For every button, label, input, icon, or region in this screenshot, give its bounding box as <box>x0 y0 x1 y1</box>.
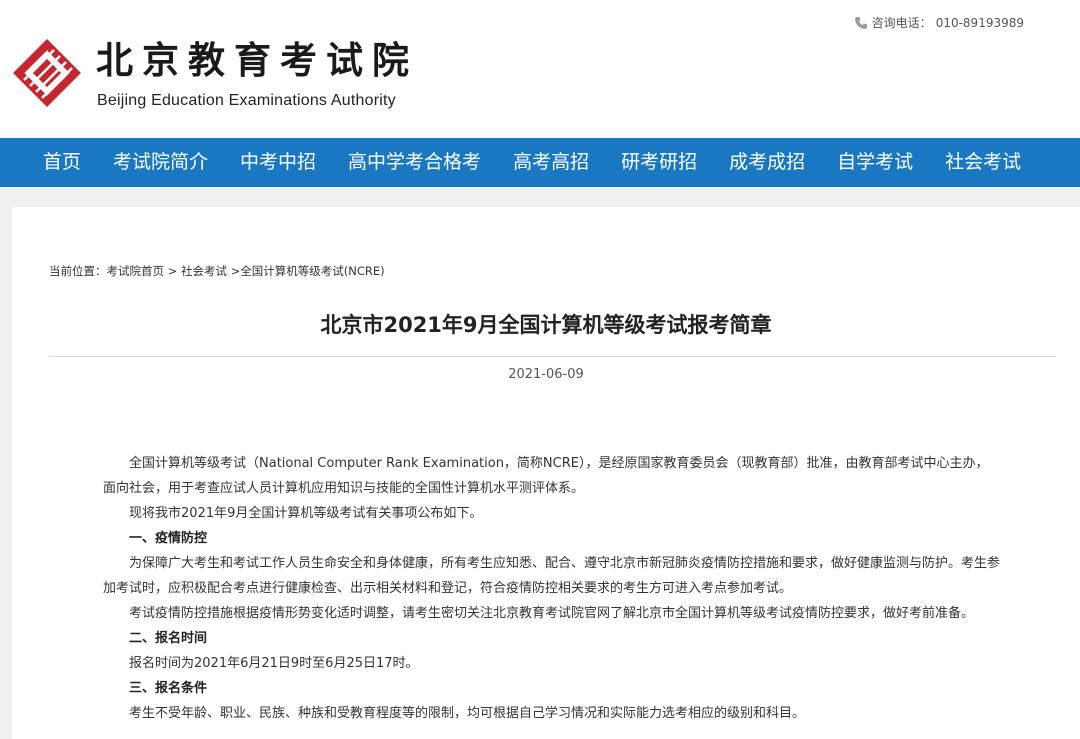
site-title[interactable]: 北京教育考试院 <box>96 36 418 84</box>
section-heading-registration-time: 二、报名时间 <box>129 631 208 646</box>
nav-item-yankao[interactable]: 研考研招 <box>605 138 713 187</box>
nav-item-about[interactable]: 考试院简介 <box>97 138 224 187</box>
breadcrumb-separator: > <box>164 264 181 278</box>
publish-date: 2021-06-09 <box>508 367 584 382</box>
logo-emblem-icon[interactable] <box>10 36 84 110</box>
nav-item-chengkao[interactable]: 成考成招 <box>713 138 821 187</box>
breadcrumb-current-link[interactable]: 全国计算机等级考试(NCRE) <box>240 264 384 278</box>
paragraph-intro: 全国计算机等级考试（National Computer Rank Examina… <box>103 456 989 496</box>
nav-item-gaokao[interactable]: 高考高招 <box>497 138 605 187</box>
nav-item-zikao[interactable]: 自学考试 <box>821 138 929 187</box>
article-container: 当前位置：考试院首页 > 社会考试 >全国计算机等级考试(NCRE) 北京市20… <box>12 207 1080 739</box>
breadcrumb-separator: > <box>226 264 241 278</box>
section-heading-epidemic: 一、疫情防控 <box>129 531 208 546</box>
breadcrumb-home-link[interactable]: 考试院首页 <box>107 264 165 278</box>
section-heading-eligibility: 三、报名条件 <box>129 681 208 696</box>
article-title: 北京市2021年9月全国计算机等级考试报考简章 <box>320 313 772 337</box>
nav-item-shehui[interactable]: 社会考试 <box>929 138 1037 187</box>
breadcrumb-prefix: 当前位置： <box>49 264 107 278</box>
article-body: 全国计算机等级考试（National Computer Rank Examina… <box>103 451 1001 726</box>
hotline-label: 咨询电话： <box>871 16 932 30</box>
breadcrumb: 当前位置：考试院首页 > 社会考试 >全国计算机等级考试(NCRE) <box>49 263 385 279</box>
paragraph-registration-time: 报名时间为2021年6月21日9时至6月25日17时。 <box>129 656 419 671</box>
nav-item-xuekao[interactable]: 高中学考合格考 <box>332 138 497 187</box>
breadcrumb-category-link[interactable]: 社会考试 <box>181 264 227 278</box>
title-divider <box>49 356 1056 357</box>
site-header: 北京教育考试院 Beijing Education Examinations A… <box>0 0 1080 138</box>
site-subtitle: Beijing Education Examinations Authority <box>97 92 396 109</box>
hotline: 咨询电话： 010-89193989 <box>854 14 1024 31</box>
paragraph-epidemic-1: 为保障广大考生和考试工作人员生命安全和身体健康，所有考生应知悉、配合、遵守北京市… <box>103 556 1001 596</box>
phone-icon <box>854 16 867 29</box>
hotline-number: 010-89193989 <box>935 15 1024 30</box>
main-nav: 首页 考试院简介 中考中招 高中学考合格考 高考高招 研考研招 成考成招 自学考… <box>0 138 1080 187</box>
paragraph-eligibility: 考生不受年龄、职业、民族、种族和受教育程度等的限制，均可根据自己学习情况和实际能… <box>129 706 806 721</box>
paragraph-announcement: 现将我市2021年9月全国计算机等级考试有关事项公布如下。 <box>129 506 483 521</box>
paragraph-epidemic-2: 考试疫情防控措施根据疫情形势变化适时调整，请考生密切关注北京教育考试院官网了解北… <box>129 606 975 621</box>
page-background: 当前位置：考试院首页 > 社会考试 >全国计算机等级考试(NCRE) 北京市20… <box>0 187 1080 739</box>
nav-item-home[interactable]: 首页 <box>27 138 97 187</box>
nav-item-zhongkao[interactable]: 中考中招 <box>224 138 332 187</box>
